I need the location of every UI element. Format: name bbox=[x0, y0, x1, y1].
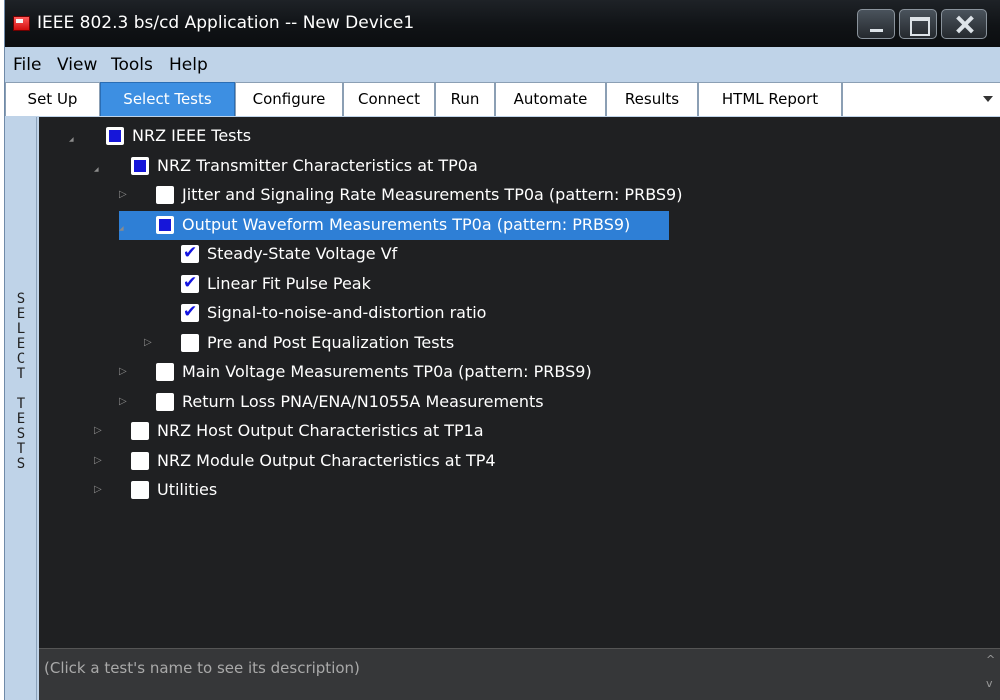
tree-item-label[interactable]: Main Voltage Measurements TP0a (pattern:… bbox=[182, 362, 592, 381]
minimize-button[interactable] bbox=[857, 9, 895, 39]
menu-file[interactable]: File bbox=[13, 55, 41, 75]
tree-item[interactable]: ▷ NRZ Module Output Characteristics at TP… bbox=[39, 447, 1000, 476]
scroll-up-icon[interactable]: ^ bbox=[986, 653, 995, 666]
tree-item[interactable]: ▷ Jitter and Signaling Rate Measurements … bbox=[39, 181, 1000, 210]
menu-bar: File View Tools Help bbox=[5, 48, 1000, 82]
tab-results[interactable]: Results bbox=[606, 82, 698, 116]
expand-arrow-icon[interactable]: ▷ bbox=[94, 425, 104, 437]
menu-view[interactable]: View bbox=[57, 55, 97, 75]
tab-set-up[interactable]: Set Up bbox=[5, 82, 100, 116]
tab-bar: Set Up Select Tests Configure Connect Ru… bbox=[5, 82, 1000, 116]
tree-item[interactable]: Steady-State Voltage Vf bbox=[39, 240, 1000, 269]
tab-run[interactable]: Run bbox=[435, 82, 495, 116]
tree-item-checkbox[interactable] bbox=[181, 243, 199, 263]
title-bar[interactable]: IEEE 802.3 bs/cd Application -- New Devi… bbox=[5, 0, 1000, 47]
tree-item-label[interactable]: Linear Fit Pulse Peak bbox=[207, 274, 371, 293]
tree-item[interactable]: ▷ Pre and Post Equalization Tests bbox=[39, 329, 1000, 358]
tree-item-label[interactable]: NRZ Module Output Characteristics at TP4 bbox=[157, 451, 496, 470]
tree-item-label[interactable]: Output Waveform Measurements TP0a (patte… bbox=[182, 215, 630, 234]
expand-arrow-icon[interactable]: ▷ bbox=[119, 189, 129, 201]
tab-html-report[interactable]: HTML Report bbox=[698, 82, 842, 116]
side-label-text: SELECT TESTS bbox=[16, 291, 26, 472]
menu-tools[interactable]: Tools bbox=[111, 55, 153, 75]
tree-item-label[interactable]: Signal-to-noise-and-distortion ratio bbox=[207, 303, 486, 322]
tree-item[interactable]: Signal-to-noise-and-distortion ratio bbox=[39, 299, 1000, 328]
expand-arrow-icon[interactable]: ▷ bbox=[119, 396, 129, 408]
scroll-down-icon[interactable]: v bbox=[986, 677, 993, 690]
tree-item-checkbox[interactable] bbox=[156, 393, 174, 411]
application-window: IEEE 802.3 bs/cd Application -- New Devi… bbox=[4, 0, 1000, 700]
tree-item[interactable]: ▷ NRZ Host Output Characteristics at TP1a bbox=[39, 417, 1000, 446]
tree-item-checkbox[interactable] bbox=[181, 302, 199, 322]
tree-item-checkbox[interactable] bbox=[156, 363, 174, 381]
expand-arrow-icon[interactable]: ▷ bbox=[144, 337, 154, 349]
description-text: (Click a test's name to see its descript… bbox=[44, 659, 360, 677]
side-section-label: SELECT TESTS bbox=[5, 117, 37, 700]
collapse-arrow-icon[interactable]: ◢ bbox=[94, 164, 104, 176]
tree-item-checkbox[interactable] bbox=[106, 127, 124, 145]
tree-item-label[interactable]: NRZ Transmitter Characteristics at TP0a bbox=[157, 156, 478, 175]
tree-item-label[interactable]: Steady-State Voltage Vf bbox=[207, 244, 397, 263]
tree-item-checkbox[interactable] bbox=[131, 452, 149, 470]
window-title: IEEE 802.3 bs/cd Application -- New Devi… bbox=[37, 13, 415, 33]
tree-item[interactable]: ◢ NRZ Transmitter Characteristics at TP0a bbox=[39, 152, 1000, 181]
expand-arrow-icon[interactable]: ▷ bbox=[94, 484, 104, 496]
test-tree: ◢ NRZ IEEE Tests ◢ NRZ Transmitter Characte… bbox=[39, 117, 1000, 648]
collapse-arrow-icon[interactable]: ◢ bbox=[119, 223, 129, 235]
tab-automate[interactable]: Automate bbox=[495, 82, 606, 116]
tree-item-checkbox[interactable] bbox=[131, 157, 149, 175]
tree-item-label[interactable]: NRZ Host Output Characteristics at TP1a bbox=[157, 421, 484, 440]
expand-arrow-icon[interactable]: ▷ bbox=[119, 366, 129, 378]
tab-configure[interactable]: Configure bbox=[235, 82, 343, 116]
collapse-arrow-icon[interactable]: ◢ bbox=[69, 134, 79, 146]
description-panel: (Click a test's name to see its descript… bbox=[39, 648, 1000, 700]
tree-item-label[interactable]: Pre and Post Equalization Tests bbox=[207, 333, 454, 352]
tree-item-checkbox[interactable] bbox=[181, 334, 199, 352]
tree-item[interactable]: ◢ NRZ IEEE Tests bbox=[39, 122, 1000, 151]
tree-item-label[interactable]: Return Loss PNA/ENA/N1055A Measurements bbox=[182, 392, 544, 411]
tree-item-checkbox[interactable] bbox=[156, 216, 174, 234]
tab-strip-filler bbox=[842, 82, 1000, 116]
expand-arrow-icon[interactable]: ▷ bbox=[94, 455, 104, 467]
tree-item[interactable]: ▷ Return Loss PNA/ENA/N1055A Measurements bbox=[39, 388, 1000, 417]
tree-item-label[interactable]: NRZ IEEE Tests bbox=[132, 126, 251, 145]
close-button[interactable] bbox=[941, 9, 987, 39]
tree-item-label[interactable]: Utilities bbox=[157, 480, 217, 499]
tree-item[interactable]: ◢ Output Waveform Measurements TP0a (patt… bbox=[39, 211, 1000, 240]
tab-select-tests[interactable]: Select Tests bbox=[100, 82, 235, 116]
tree-item-label[interactable]: Jitter and Signaling Rate Measurements T… bbox=[182, 185, 682, 204]
app-icon bbox=[13, 16, 30, 31]
tree-item-checkbox[interactable] bbox=[131, 422, 149, 440]
menu-help[interactable]: Help bbox=[169, 55, 208, 75]
tree-item-checkbox[interactable] bbox=[131, 481, 149, 499]
tree-item[interactable]: ▷ Main Voltage Measurements TP0a (pattern… bbox=[39, 358, 1000, 387]
tree-item-checkbox[interactable] bbox=[181, 273, 199, 293]
tab-overflow-dropdown-icon[interactable] bbox=[983, 96, 993, 102]
tree-item-checkbox[interactable] bbox=[156, 186, 174, 204]
maximize-button[interactable] bbox=[899, 9, 937, 39]
tree-item[interactable]: Linear Fit Pulse Peak bbox=[39, 270, 1000, 299]
tab-connect[interactable]: Connect bbox=[343, 82, 435, 116]
tree-item[interactable]: ▷ Utilities bbox=[39, 476, 1000, 505]
